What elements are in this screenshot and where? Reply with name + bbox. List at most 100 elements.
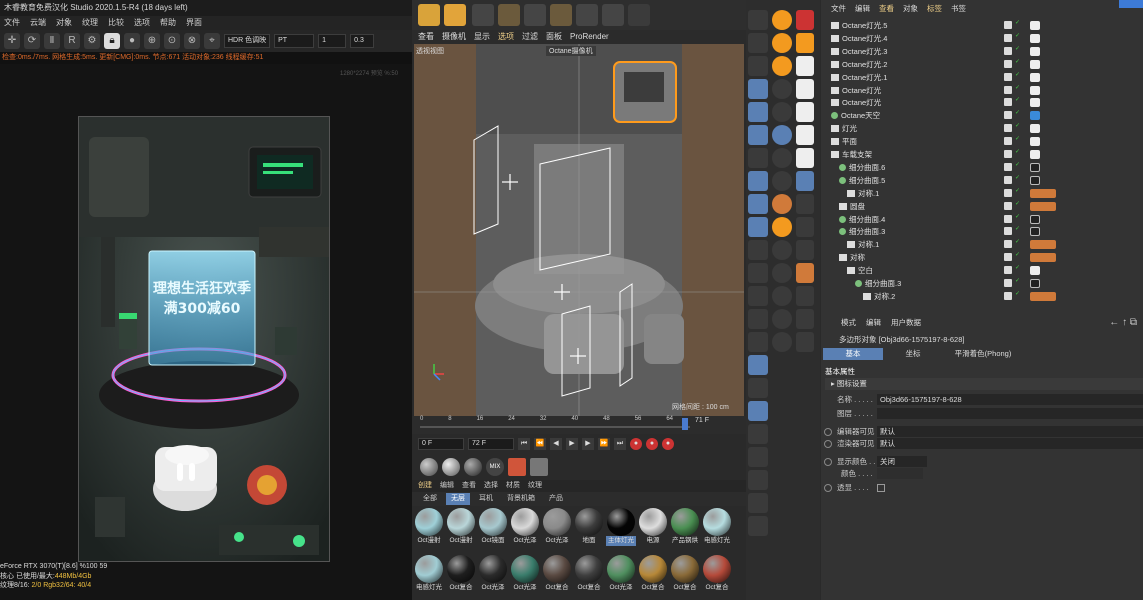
material-swatch[interactable]: 电感灯光: [702, 508, 732, 552]
start-frame-field[interactable]: 0 F: [418, 438, 464, 450]
tool-button[interactable]: [772, 148, 792, 168]
layer-checkbox[interactable]: [1004, 266, 1012, 275]
material-swatch[interactable]: Oct光泽: [478, 555, 508, 599]
clay-mode-icon[interactable]: ●: [124, 33, 140, 49]
visibility-dots-icon[interactable]: ✓: [1015, 226, 1020, 236]
layer-checkbox[interactable]: [1004, 85, 1012, 94]
tag-icon[interactable]: [1030, 201, 1056, 211]
pause-render-icon[interactable]: Ⅱ: [44, 33, 60, 49]
om-menu-file[interactable]: 文件: [831, 2, 846, 16]
tool-button[interactable]: [748, 194, 768, 214]
octane-menu-help[interactable]: 帮助: [160, 16, 176, 30]
tool-button[interactable]: [772, 171, 792, 191]
metal-material-icon[interactable]: [464, 458, 482, 476]
cube-grid-icon[interactable]: [524, 4, 546, 26]
material-swatch[interactable]: Oct复合: [670, 555, 700, 599]
object-row[interactable]: 平面 ✓: [821, 135, 1143, 148]
bend-icon[interactable]: [602, 4, 624, 26]
tab-coordinates[interactable]: 坐标: [883, 348, 943, 360]
tool-button[interactable]: [772, 102, 792, 122]
tool-button[interactable]: [748, 378, 768, 398]
tool-button[interactable]: [796, 240, 814, 260]
visibility-dots-icon[interactable]: ✓: [1015, 72, 1020, 82]
layer-checkbox[interactable]: [1004, 137, 1012, 146]
material-menu-create[interactable]: 创建: [418, 480, 432, 492]
tool-button[interactable]: [796, 171, 814, 191]
tool-button[interactable]: [796, 148, 814, 168]
layer-checkbox[interactable]: [1004, 214, 1012, 223]
material-menu-view[interactable]: 查看: [462, 480, 476, 492]
tool-button[interactable]: [796, 309, 814, 329]
visibility-dots-icon[interactable]: ✓: [1015, 162, 1020, 172]
object-row[interactable]: 对称.1 ✓: [821, 187, 1143, 200]
material-menu-material[interactable]: 材质: [506, 480, 520, 492]
tool-button[interactable]: [772, 286, 792, 306]
value-field-2[interactable]: 0.3: [350, 34, 375, 48]
autokey-icon[interactable]: ●: [646, 438, 658, 450]
tag-icon[interactable]: [1030, 266, 1040, 276]
tool-button[interactable]: [748, 309, 768, 329]
object-row[interactable]: 细分曲面.6 ✓: [821, 161, 1143, 174]
visibility-dots-icon[interactable]: ✓: [1015, 214, 1020, 224]
tag-icon[interactable]: [1030, 137, 1040, 147]
octane-menu-options[interactable]: 选项: [134, 16, 150, 30]
layer-checkbox[interactable]: [1004, 240, 1012, 249]
tool-button[interactable]: [748, 217, 768, 237]
render-visible-select[interactable]: 默认: [877, 438, 1143, 449]
kernel-select[interactable]: PT: [274, 34, 315, 48]
viewport-menu-options[interactable]: 选项: [498, 30, 514, 44]
material-swatch[interactable]: Oct光泽: [510, 508, 540, 552]
material-swatch[interactable]: Oct光泽: [510, 555, 540, 599]
material-swatch[interactable]: Oct光泽: [606, 555, 636, 599]
tab-phong[interactable]: 平滑着色(Phong): [943, 348, 1023, 360]
visibility-dots-icon[interactable]: ✓: [1015, 188, 1020, 198]
tab-earphone[interactable]: 耳机: [474, 493, 498, 505]
octane-menu-cloud[interactable]: 云端: [30, 16, 46, 30]
radio-icon[interactable]: [824, 428, 832, 436]
send-scene-icon[interactable]: ✛: [4, 33, 20, 49]
octane-menu-object[interactable]: 对象: [56, 16, 72, 30]
object-row[interactable]: Octane灯光 ✓: [821, 84, 1143, 97]
tool-button[interactable]: [772, 125, 792, 145]
object-row[interactable]: 车载支架 ✓: [821, 148, 1143, 161]
tag-icon[interactable]: [1030, 59, 1040, 69]
material-swatch[interactable]: Oct复合: [574, 555, 604, 599]
layer-field[interactable]: [877, 408, 1143, 419]
object-row[interactable]: Octane灯光.2 ✓: [821, 58, 1143, 71]
object-row[interactable]: Octane天空 ✓: [821, 109, 1143, 122]
om-menu-bookmarks[interactable]: 书签: [951, 2, 966, 16]
tool-button[interactable]: [748, 171, 768, 191]
material-swatch[interactable]: Oct复合: [638, 555, 668, 599]
visibility-dots-icon[interactable]: ✓: [1015, 265, 1020, 275]
octane-menu-gui[interactable]: 界面: [186, 16, 202, 30]
tag-icon[interactable]: [1030, 240, 1056, 250]
object-row[interactable]: Octane灯光.1 ✓: [821, 71, 1143, 84]
tool-button[interactable]: [796, 286, 814, 306]
object-row[interactable]: Octane灯光.5 ✓: [821, 19, 1143, 32]
keyframe-icon[interactable]: ●: [662, 438, 674, 450]
tool-button[interactable]: [748, 56, 768, 76]
visibility-dots-icon[interactable]: ✓: [1015, 291, 1020, 301]
visibility-dots-icon[interactable]: ✓: [1015, 97, 1020, 107]
material-swatch[interactable]: Oct复合: [446, 555, 476, 599]
tool-button[interactable]: [748, 240, 768, 260]
om-menu-object[interactable]: 对象: [903, 2, 918, 16]
box-icon[interactable]: [498, 4, 520, 26]
material-swatch[interactable]: 电感灯光: [414, 555, 444, 599]
layer-checkbox[interactable]: [1004, 124, 1012, 133]
tag-icon[interactable]: [1030, 98, 1040, 108]
object-row[interactable]: 细分曲面.4 ✓: [821, 213, 1143, 226]
axis-icon[interactable]: [628, 4, 650, 26]
am-menu-userdata[interactable]: 用户数据: [891, 316, 921, 330]
tool-button[interactable]: [748, 263, 768, 283]
tool-button[interactable]: [796, 79, 814, 99]
tag-icon[interactable]: [1030, 72, 1040, 82]
octane-menu-compare[interactable]: 比较: [108, 16, 124, 30]
tool-button[interactable]: [796, 125, 814, 145]
material-swatch[interactable]: Oct漫射: [446, 508, 476, 552]
layer-checkbox[interactable]: [1004, 33, 1012, 42]
om-menu-tags[interactable]: 标签: [927, 2, 942, 16]
recycle-icon[interactable]: [418, 4, 440, 26]
pick-focus-icon[interactable]: ⊕: [144, 33, 160, 49]
pin-icon[interactable]: ⌖: [204, 33, 220, 49]
